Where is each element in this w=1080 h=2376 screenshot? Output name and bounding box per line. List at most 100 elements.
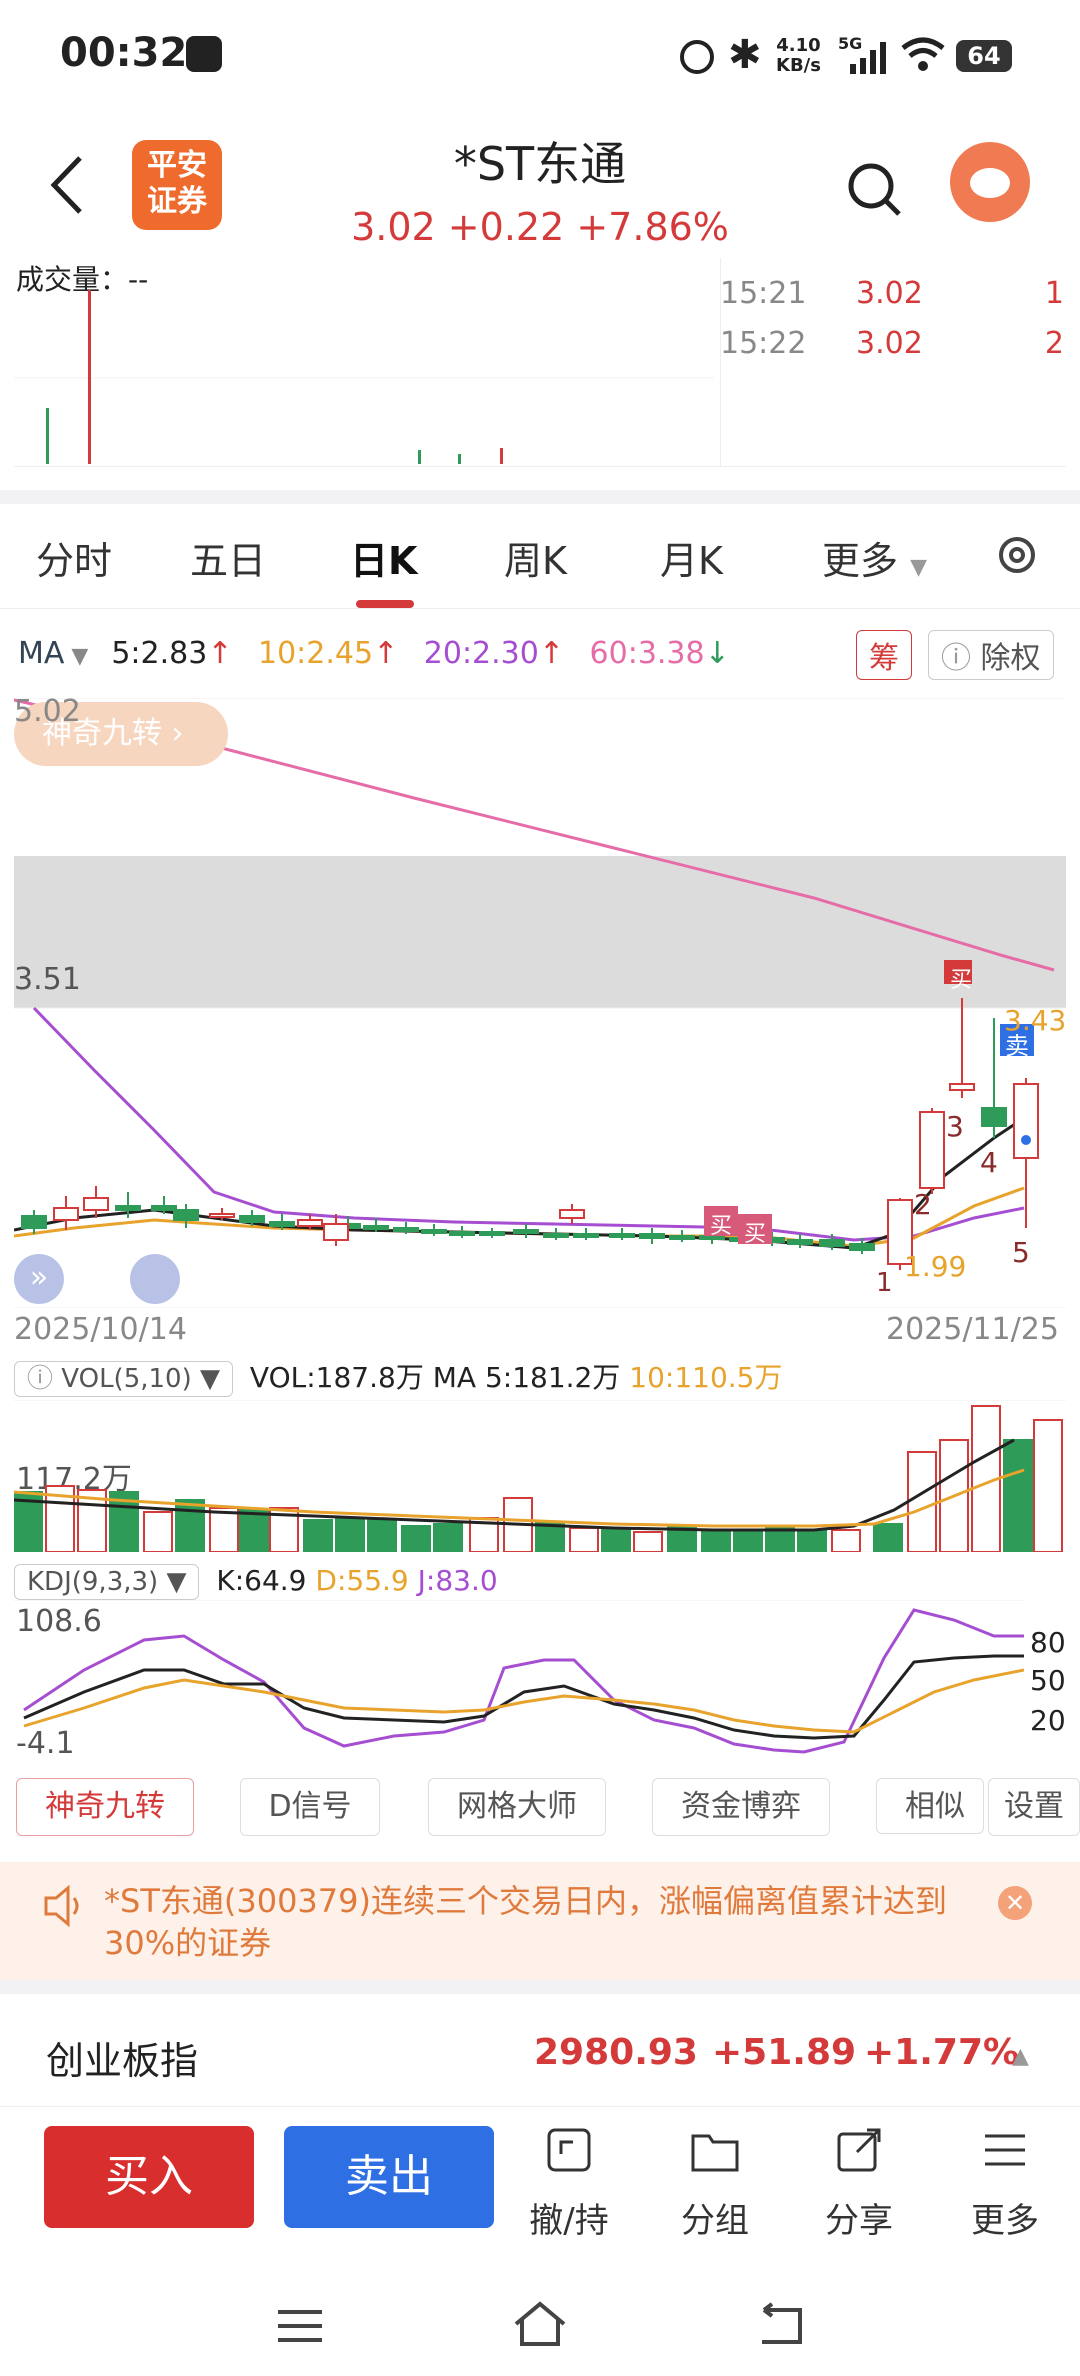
sell-button[interactable]: 卖出: [284, 2126, 494, 2228]
index-value: 2980.93: [534, 2032, 698, 2073]
adjust-button[interactable]: ⓘ 除权: [928, 630, 1054, 680]
tab-indicator: [356, 600, 414, 608]
candle: [573, 1233, 599, 1238]
tab-monthly-k[interactable]: 月K: [660, 530, 723, 585]
tool-settings[interactable]: 设置: [988, 1778, 1080, 1836]
volume-bar: [701, 1531, 731, 1552]
withdraw-hold-button[interactable]: 撤/持: [514, 2124, 624, 2242]
candle: [421, 1229, 447, 1234]
index-pct: +1.77%: [864, 2032, 1020, 2073]
tab-more[interactable]: 更多 ▼: [822, 530, 927, 585]
index-ticker[interactable]: 创业板指 2980.93 +51.89 +1.77% ▲: [0, 2006, 1080, 2107]
kdj-legend: KDJ(9,3,3) ▼ K:64.9 D:55.9 J:83.0: [14, 1564, 498, 1600]
buy-marker: 买: [710, 1214, 733, 1239]
group-button[interactable]: 分组: [660, 2124, 770, 2242]
volume-bar: [601, 1527, 631, 1552]
ma5-line: [13, 1116, 1025, 1250]
kline-chart[interactable]: 神奇九转 › 5.02 3.51 买 卖 买 买 3.43 1.99 1 2 3…: [13, 694, 1066, 1309]
vol-legend: ⓘ VOL(5,10) ▼ VOL:187.8万 MA 5:181.2万 10:…: [14, 1356, 783, 1397]
nine-turn-1: 1: [876, 1268, 893, 1298]
buy-marker: 买: [744, 1222, 767, 1247]
tool-grid-master[interactable]: 网格大师: [428, 1778, 606, 1836]
volume-bar: [633, 1531, 663, 1552]
assistant-avatar[interactable]: [950, 142, 1030, 222]
stock-name: *ST东通: [453, 137, 627, 191]
tool-d-signal[interactable]: D信号: [240, 1778, 380, 1836]
volume-bar: [831, 1529, 861, 1552]
ma20-line: [32, 1006, 1025, 1242]
index-name: 创业板指: [46, 2039, 199, 2083]
candle: [543, 1233, 569, 1238]
tab-intraday[interactable]: 分时: [36, 530, 112, 585]
search-button[interactable]: [845, 160, 905, 220]
dropdown-icon: ▼: [910, 555, 928, 580]
wifi-icon: [900, 34, 946, 78]
candle: [949, 1083, 975, 1091]
kdj-k-line: [23, 1654, 1024, 1740]
y-axis-mid: 3.51: [14, 962, 81, 997]
intraday-volume-bars: [14, 290, 714, 464]
volume-bar: [335, 1517, 365, 1552]
volume-bar: [1003, 1439, 1033, 1552]
candle: [115, 1205, 141, 1211]
volume-bar: [175, 1499, 205, 1552]
chip-distribution-button[interactable]: 筹: [856, 630, 912, 680]
candle: [393, 1227, 419, 1232]
volume-bar: [367, 1519, 397, 1552]
kdj-level-80: 80: [1030, 1626, 1066, 1659]
min-price-label: 1.99: [904, 1250, 967, 1283]
back-nav-icon[interactable]: [754, 2302, 804, 2346]
clock: 00:32: [60, 30, 188, 76]
candle: [981, 1107, 1007, 1127]
info-icon: ⓘ: [941, 641, 971, 676]
expand-up-icon: ▲: [1012, 2044, 1029, 2069]
candle: [669, 1235, 695, 1240]
candles: [21, 998, 1039, 1270]
candle: [513, 1229, 539, 1234]
chart-settings-button[interactable]: [994, 532, 1040, 582]
volume-bar: [765, 1527, 795, 1552]
tool-fund-game[interactable]: 资金博弈: [652, 1778, 830, 1836]
buy-button[interactable]: 买入: [44, 2126, 254, 2228]
volume-bar: [569, 1527, 599, 1552]
candle: [209, 1213, 235, 1218]
fullscreen-button[interactable]: [130, 1254, 180, 1304]
nine-turn-5: 5: [1012, 1236, 1030, 1269]
divider: [0, 1980, 1080, 1994]
candle: [819, 1239, 845, 1247]
volume-bar: [239, 1509, 269, 1552]
home-icon[interactable]: [512, 2300, 568, 2348]
status-bar: 00:32 ✱ 4.10 KB/s 5G 64: [0, 0, 1080, 110]
more-button[interactable]: 更多: [950, 2124, 1060, 2242]
candle: [559, 1209, 585, 1219]
volume-bar: [401, 1525, 431, 1552]
volume-bar: [209, 1507, 239, 1552]
candle: [1013, 1083, 1039, 1159]
recent-apps-icon[interactable]: [276, 2306, 324, 2346]
kdj-chart: [14, 1600, 1024, 1754]
battery-icon: 64: [956, 40, 1012, 72]
volume-bar: [433, 1523, 463, 1552]
tab-weekly-k[interactable]: 周K: [504, 530, 567, 585]
candle: [21, 1215, 47, 1229]
expand-left-button[interactable]: »: [14, 1254, 64, 1304]
candle: [239, 1215, 265, 1223]
withdraw-icon: [547, 2128, 591, 2172]
candle: [173, 1209, 199, 1221]
volume-bar: [1033, 1419, 1063, 1552]
tab-five-day[interactable]: 五日: [190, 530, 266, 585]
vol-selector[interactable]: ⓘ VOL(5,10) ▼: [14, 1361, 234, 1397]
tool-similar-k[interactable]: 相似K: [876, 1778, 984, 1834]
ma-legend[interactable]: MA ▼ 5:2.83↑ 10:2.45↑ 20:2.30↑ 60:3.38↓: [18, 636, 730, 671]
y-axis-top: 5.02: [14, 694, 81, 729]
close-notice-button[interactable]: ✕: [998, 1886, 1032, 1920]
share-button[interactable]: 分享: [804, 2124, 914, 2242]
signal-icon: 5G: [838, 34, 890, 76]
candle: [639, 1233, 665, 1239]
kdj-selector[interactable]: KDJ(9,3,3) ▼: [14, 1564, 200, 1600]
info-icon: ⓘ: [27, 1364, 54, 1394]
tab-daily-k[interactable]: 日K: [350, 530, 417, 585]
tool-nine-turn[interactable]: 神奇九转: [16, 1778, 194, 1836]
volume-bar: [873, 1523, 903, 1552]
candle: [53, 1207, 79, 1221]
